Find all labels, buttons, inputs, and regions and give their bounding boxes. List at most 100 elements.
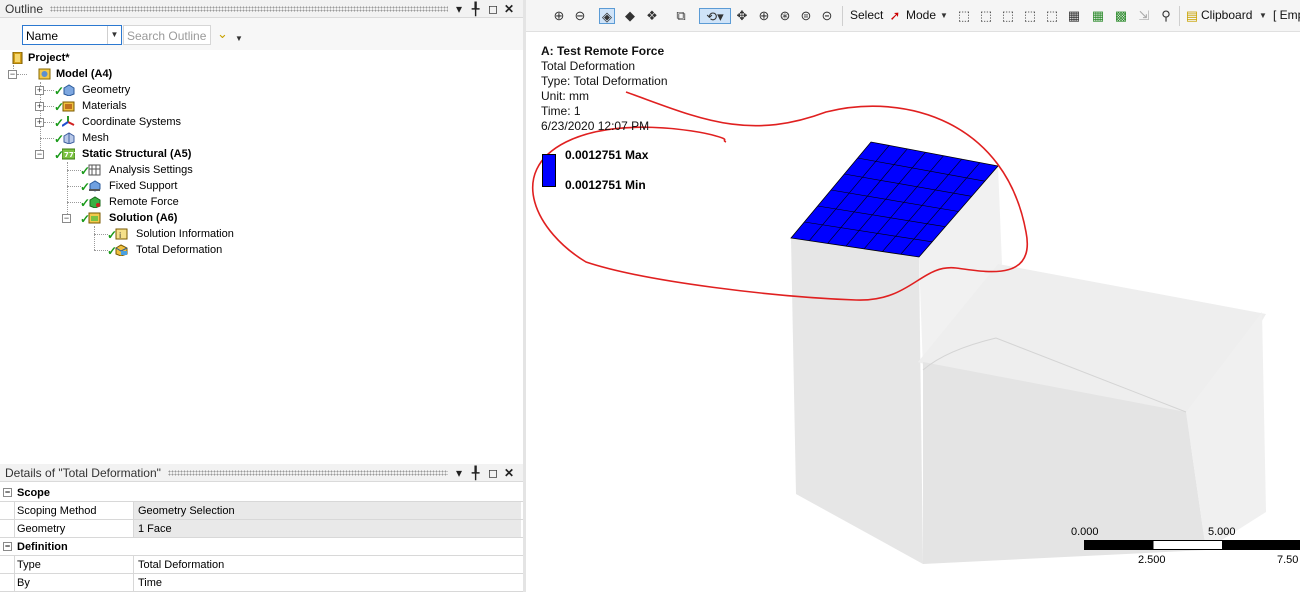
drag-grip[interactable] [168,470,448,476]
tree-label-solution: Solution (A6) [109,212,178,224]
maximize-icon[interactable]: ◻ [488,1,498,17]
search-outline-input[interactable]: Search Outline [123,25,211,45]
tree-label-remote-force: Remote Force [109,196,179,208]
model-render[interactable] [526,32,1300,592]
graphics-viewport[interactable]: A: Test Remote Force Total Deformation T… [526,32,1300,592]
coordinate-system-icon [62,116,75,127]
box-select-icon[interactable]: ⧉ [673,8,689,24]
shaded-view-icon[interactable]: ◆ [622,8,638,24]
select-by-icon[interactable]: ⚲ [1158,8,1174,24]
zoom-to-fit-icon[interactable]: ⊜ [798,8,814,24]
details-grid: − Scope Scoping Method Geometry Selectio… [0,484,523,592]
extend-selection-icon[interactable]: ⇲ [1136,8,1152,24]
select-element-icon[interactable]: ▦ [1090,8,1106,24]
wireframe-view-icon[interactable]: ❖ [644,8,660,24]
drag-grip[interactable] [50,6,448,12]
detail-value[interactable]: 1 Face [133,520,521,537]
select-button[interactable]: Select [850,8,883,22]
empty-button[interactable]: [ Emp [1273,8,1300,22]
clipboard-button[interactable]: Clipboard [1201,8,1252,22]
mode-button[interactable]: Mode [906,8,936,22]
name-filter-value: Name [26,29,59,43]
tree-label-materials: Materials [82,100,127,112]
collapse-model-toggle[interactable]: − [8,70,17,79]
zoom-fit-icon[interactable]: ⊕ [551,8,567,24]
cube-view-icon[interactable]: ◈ [599,8,615,24]
detail-value[interactable]: Time [133,574,521,591]
clipboard-icon[interactable]: ▤ [1184,8,1200,24]
magnifier-icon[interactable]: ⊝ [819,8,835,24]
section-label-definition: Definition [17,541,68,553]
geometry-icon [63,84,75,96]
select-element-face-icon[interactable]: ▦ [1066,8,1082,24]
project-icon [12,52,23,64]
result-unit: Unit: mm [541,89,589,103]
name-filter-select[interactable]: Name ▼ [22,25,122,45]
section-label-scope: Scope [17,487,51,499]
maximize-icon[interactable]: ◻ [488,465,498,481]
select-mesh-icon[interactable]: ▩ [1113,8,1129,24]
scale-bar [1084,540,1300,550]
tree-label-total-deformation: Total Deformation [136,244,223,256]
outline-tree: Project* − Model (A4) + ✓ Geometry + ✓ M… [0,50,523,460]
select-node-icon[interactable]: ⬚ [1044,8,1060,24]
legend-color-bar[interactable] [542,154,556,187]
expand-coordinate-systems-toggle[interactable]: + [35,118,44,127]
scale-label-0: 0.000 [1071,526,1099,538]
detail-value[interactable]: Total Deformation [133,556,521,573]
close-icon[interactable]: ✕ [504,465,514,481]
outline-title: Outline [5,2,44,16]
zoom-in-icon[interactable]: ⊕ [756,8,772,24]
fixed-support-icon [89,180,101,192]
pan-icon[interactable]: ✥ [734,8,750,24]
pin-icon[interactable]: ╀ [472,1,479,17]
collapse-definition-toggle[interactable]: − [3,542,12,551]
solution-icon [88,212,101,224]
detail-value[interactable]: Geometry Selection [133,502,521,519]
pin-icon[interactable]: ╀ [472,465,479,481]
dropdown-icon[interactable]: ▾ [456,465,462,481]
filter-dropdown-icon[interactable]: ▼ [235,34,243,43]
mode-dropdown-icon[interactable]: ▼ [936,8,952,24]
static-structural-icon: 777 [62,148,75,160]
clipboard-dropdown-icon[interactable]: ▼ [1255,8,1271,24]
detail-row-by[interactable]: By Time [0,574,523,592]
select-face-icon[interactable]: ⬚ [1000,8,1016,24]
tree-label-project: Project* [28,52,70,64]
result-type: Type: Total Deformation [541,74,668,88]
detail-row-scoping-method[interactable]: Scoping Method Geometry Selection [0,502,523,520]
expand-materials-toggle[interactable]: + [35,102,44,111]
tree-label-analysis-settings: Analysis Settings [109,164,193,176]
close-icon[interactable]: ✕ [504,1,514,17]
box-zoom-icon[interactable]: ⊛ [777,8,793,24]
cursor-icon[interactable]: ➚ [887,8,903,24]
expand-geometry-toggle[interactable]: + [35,86,44,95]
detail-row-type[interactable]: Type Total Deformation [0,556,523,574]
select-vertex-icon[interactable]: ⬚ [956,8,972,24]
left-pane: Outline ▾ ╀ ◻ ✕ Name ▼ Search Outline ⌄ … [0,0,523,592]
detail-label: Geometry [17,523,66,535]
tree-label-fixed-support: Fixed Support [109,180,178,192]
outline-header: Outline ▾ ╀ ◻ ✕ [0,0,523,18]
scale-label-7-5: 7.50 [1277,554,1299,566]
section-definition[interactable]: − Definition [0,538,523,556]
scale-label-5: 5.000 [1208,526,1236,538]
select-body-icon[interactable]: ⬚ [1022,8,1038,24]
collapse-scope-toggle[interactable]: − [3,488,12,497]
collapse-solution-toggle[interactable]: − [62,214,71,223]
analysis-settings-icon [88,164,101,176]
tree-label-geometry: Geometry [82,84,131,96]
dropdown-icon[interactable]: ▾ [456,1,462,17]
select-edge-icon[interactable]: ⬚ [978,8,994,24]
search-placeholder: Search Outline [127,29,207,43]
zoom-out-icon[interactable]: ⊖ [572,8,588,24]
detail-row-geometry[interactable]: Geometry 1 Face [0,520,523,538]
filter-chevron-icon[interactable]: ⌄ [217,26,228,42]
collapse-static-structural-toggle[interactable]: − [35,150,44,159]
solution-information-icon: i [115,228,128,240]
rotate-icon[interactable]: ⟲▾ [699,8,731,24]
graphics-toolbar: ⊕ ⊖ ◈ ◆ ❖ ⧉ ⟲▾ ✥ ⊕ ⊛ ⊜ ⊝ Select ➚ Mode ▼… [526,0,1300,32]
tree-label-solution-information: Solution Information [136,228,234,240]
chevron-down-icon[interactable]: ▼ [107,26,121,44]
section-scope[interactable]: − Scope [0,484,523,502]
